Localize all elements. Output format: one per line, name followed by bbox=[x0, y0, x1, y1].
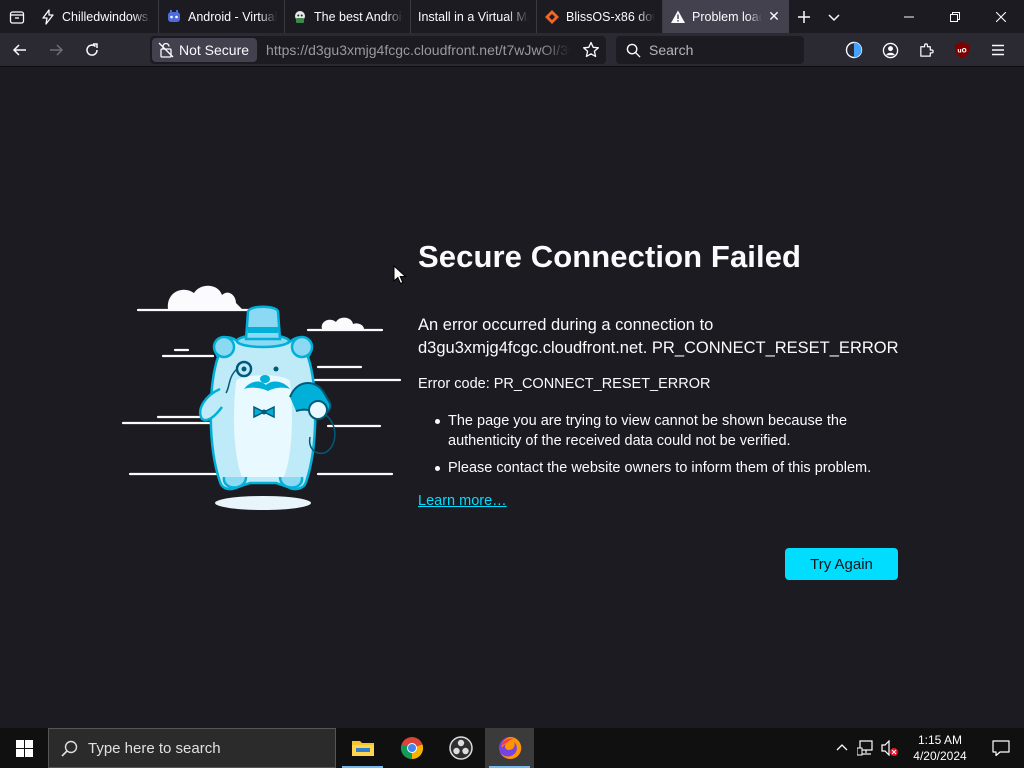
url-text[interactable]: https://d3gu3xmjg4fcgc.cloudfront.net/t7… bbox=[266, 42, 571, 58]
window-controls bbox=[886, 0, 1024, 33]
error-code: Error code: PR_CONNECT_RESET_ERROR bbox=[418, 376, 711, 392]
speaker-muted-icon bbox=[881, 740, 898, 756]
sourceforge-icon bbox=[544, 9, 560, 25]
close-window-button[interactable] bbox=[978, 0, 1024, 33]
android-game-icon bbox=[166, 9, 182, 25]
clock-date: 4/20/2024 bbox=[913, 749, 967, 763]
learn-more-link[interactable]: Learn more… bbox=[418, 493, 507, 509]
error-description: An error occurred during a connection to… bbox=[418, 314, 908, 360]
hamburger-menu-icon bbox=[992, 44, 1004, 56]
windows-taskbar: Type here to search 1:15 AM 4/20/2024 bbox=[0, 728, 1024, 768]
tab-android-virtual[interactable]: Android - Virtual bbox=[159, 0, 285, 33]
start-button[interactable] bbox=[0, 728, 48, 768]
bear-with-phone-illustration bbox=[121, 285, 402, 510]
error-bullets: The page you are trying to view cannot b… bbox=[430, 411, 900, 485]
puzzle-icon bbox=[919, 42, 934, 57]
network-wired-icon bbox=[857, 740, 873, 756]
tab-label: BlissOS-x86 download bbox=[566, 9, 655, 24]
taskbar-file-explorer[interactable] bbox=[338, 728, 387, 768]
tab-label: Chilledwindows.com bbox=[62, 9, 151, 24]
windows-logo-icon bbox=[15, 739, 33, 757]
volume-button[interactable] bbox=[878, 728, 902, 768]
ublock-origin-button[interactable]: uO bbox=[944, 36, 980, 64]
taskbar-search-box[interactable]: Type here to search bbox=[48, 728, 336, 768]
firefox-icon bbox=[498, 736, 521, 759]
firefox-view-icon bbox=[9, 10, 24, 24]
back-button[interactable] bbox=[4, 35, 36, 65]
taskbar-chrome[interactable] bbox=[387, 728, 436, 768]
toolbar-right: uO bbox=[836, 36, 1016, 64]
notification-icon bbox=[992, 740, 1010, 757]
close-icon bbox=[996, 11, 1006, 22]
url-bar[interactable]: Not Secure https://d3gu3xmjg4fcgc.cloudf… bbox=[150, 36, 606, 64]
list-item: The page you are trying to view cannot b… bbox=[430, 411, 900, 451]
chevron-up-icon bbox=[836, 744, 848, 751]
half-moon-shield-icon bbox=[845, 41, 863, 59]
vpn-extension-button[interactable] bbox=[836, 36, 872, 64]
minimize-button[interactable] bbox=[886, 0, 932, 33]
search-bar[interactable]: Search bbox=[616, 36, 804, 64]
account-icon bbox=[882, 42, 898, 58]
close-tab-icon[interactable]: ✕ bbox=[766, 8, 782, 25]
action-center-button[interactable] bbox=[978, 728, 1024, 768]
account-button[interactable] bbox=[872, 36, 908, 64]
security-label: Not Secure bbox=[179, 42, 250, 58]
mouse-cursor-icon bbox=[393, 265, 407, 285]
error-title: Secure Connection Failed bbox=[418, 239, 802, 274]
app-menu-button[interactable] bbox=[980, 36, 1016, 64]
restore-button[interactable] bbox=[932, 0, 978, 33]
reload-icon bbox=[86, 42, 98, 56]
arrow-left-icon bbox=[12, 43, 26, 56]
tab-label: Problem loading page bbox=[692, 9, 762, 24]
arrow-right-icon bbox=[50, 43, 64, 56]
unlocked-padlock-icon bbox=[158, 42, 174, 58]
taskbar-clock[interactable]: 1:15 AM 4/20/2024 bbox=[902, 732, 978, 764]
tab-label: Android - Virtual bbox=[188, 9, 277, 24]
tab-problem-loading[interactable]: Problem loading page ✕ bbox=[663, 0, 789, 33]
plus-icon bbox=[798, 10, 810, 23]
tab-strip: Chilledwindows.com Android - Virtual The… bbox=[0, 0, 1024, 33]
tab-install-vm[interactable]: Install in a Virtual Machine bbox=[411, 0, 537, 33]
bookmark-star-icon[interactable] bbox=[582, 41, 600, 64]
search-icon bbox=[626, 43, 641, 58]
tab-label: The best Android bbox=[314, 9, 403, 24]
taskbar-obs-studio[interactable] bbox=[436, 728, 485, 768]
bolt-icon bbox=[40, 8, 56, 25]
search-icon bbox=[61, 740, 78, 757]
tab-blissos[interactable]: BlissOS-x86 download bbox=[537, 0, 663, 33]
chrome-icon bbox=[400, 737, 423, 760]
list-all-tabs-button[interactable] bbox=[819, 0, 849, 33]
try-again-button[interactable]: Try Again bbox=[785, 548, 898, 580]
network-button[interactable] bbox=[854, 728, 878, 768]
folder-icon bbox=[351, 741, 374, 756]
firefox-view-button[interactable] bbox=[0, 0, 33, 33]
security-indicator[interactable]: Not Secure bbox=[152, 38, 258, 62]
error-page: Secure Connection Failed An error occurr… bbox=[0, 67, 1024, 728]
error-description-line1: An error occurred during a connection to bbox=[418, 316, 714, 334]
tab-label: Install in a Virtual Machine bbox=[418, 9, 529, 24]
restore-icon bbox=[950, 11, 960, 22]
minimize-icon bbox=[904, 16, 914, 17]
reload-button[interactable] bbox=[76, 35, 108, 65]
error-description-line2: d3gu3xmjg4fcgc.cloudfront.net. PR_CONNEC… bbox=[418, 339, 899, 357]
tab-chilledwindows[interactable]: Chilledwindows.com bbox=[33, 0, 159, 33]
site-icon bbox=[292, 9, 308, 25]
navigation-toolbar: Not Secure https://d3gu3xmjg4fcgc.cloudf… bbox=[0, 33, 1024, 67]
show-hidden-icons-button[interactable] bbox=[830, 728, 854, 768]
svg-text:uO: uO bbox=[957, 48, 966, 55]
ublock-shield-icon: uO bbox=[955, 42, 969, 58]
extensions-button[interactable] bbox=[908, 36, 944, 64]
warning-icon bbox=[670, 9, 686, 25]
system-tray: 1:15 AM 4/20/2024 bbox=[830, 728, 1024, 768]
tab-best-android[interactable]: The best Android bbox=[285, 0, 411, 33]
obs-icon bbox=[448, 736, 473, 760]
taskbar-firefox[interactable] bbox=[485, 728, 534, 768]
new-tab-button[interactable] bbox=[789, 0, 819, 33]
clock-time: 1:15 AM bbox=[917, 733, 963, 747]
taskbar-search-placeholder: Type here to search bbox=[88, 739, 221, 757]
list-item: Please contact the website owners to inf… bbox=[430, 458, 900, 478]
forward-button[interactable] bbox=[40, 35, 72, 65]
search-placeholder: Search bbox=[649, 42, 694, 58]
chevron-down-icon bbox=[828, 13, 840, 21]
